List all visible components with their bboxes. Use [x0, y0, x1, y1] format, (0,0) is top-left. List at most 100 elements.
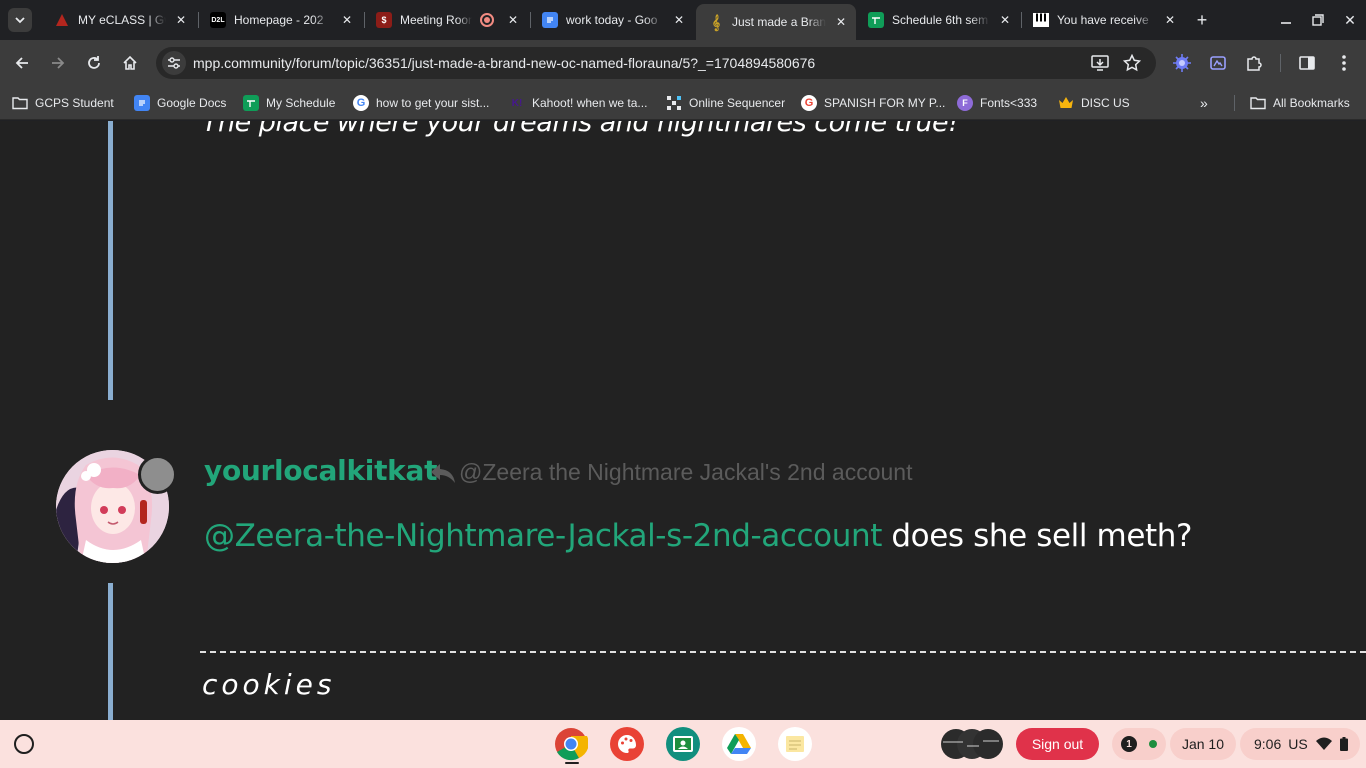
docs-icon — [134, 95, 150, 111]
install-app-icon[interactable] — [1090, 53, 1110, 73]
bookmark-online-sequencer[interactable]: Online Sequencer — [666, 92, 785, 114]
side-panel-button[interactable] — [1295, 51, 1319, 75]
keep-app[interactable] — [778, 727, 812, 761]
running-indicator — [565, 762, 579, 764]
bookmark-how-to-get[interactable]: G how to get your sist... — [353, 92, 489, 114]
bookmark-star-icon[interactable] — [1122, 53, 1142, 73]
classroom-icon — [673, 736, 693, 752]
launcher-button[interactable] — [14, 734, 34, 754]
post-tagline: The place where your dreams and nightmar… — [202, 121, 959, 138]
bookmark-label: SPANISH FOR MY P... — [824, 96, 946, 110]
reload-button[interactable] — [82, 51, 106, 75]
google-icon: G — [353, 95, 369, 111]
puzzle-icon — [1247, 56, 1262, 71]
post-author[interactable]: yourlocalkitkat — [204, 454, 437, 487]
all-bookmarks-button[interactable]: All Bookmarks — [1250, 92, 1350, 114]
folder-icon — [12, 95, 28, 111]
bookmark-label: Fonts<333 — [980, 96, 1038, 110]
restore-button[interactable] — [1308, 10, 1328, 30]
bookmark-kahoot[interactable]: K! Kahoot! when we ta... — [509, 92, 648, 114]
tab-eclass[interactable]: MY eCLASS | Gwi ✕ — [42, 6, 196, 34]
site-info-button[interactable] — [162, 51, 186, 75]
extension-button[interactable] — [1206, 51, 1230, 75]
kebab-menu-icon — [1342, 55, 1346, 71]
session-tray[interactable] — [939, 727, 1005, 761]
back-button[interactable] — [10, 51, 34, 75]
reply-to-link[interactable]: @Zeera the Nightmare Jackal's 2nd accoun… — [430, 459, 912, 486]
tab-you-have-received[interactable]: You have receive ✕ — [1021, 6, 1185, 34]
bookmark-disc-us[interactable]: DISC US — [1058, 92, 1130, 114]
bookmark-google-docs[interactable]: Google Docs — [134, 92, 226, 114]
page-content: The place where your dreams and nightmar… — [0, 121, 1366, 720]
extensions-button[interactable] — [1242, 51, 1266, 75]
user-mention-link[interactable]: @Zeera-the-Nightmare-Jackal-s-2nd-accoun… — [204, 518, 882, 554]
forward-button[interactable] — [46, 51, 70, 75]
close-icon[interactable]: ✕ — [338, 11, 356, 29]
google-icon: G — [801, 95, 817, 111]
tab-homepage[interactable]: D2L Homepage - 202 ✕ — [198, 6, 362, 34]
recording-icon — [480, 13, 494, 27]
menu-button[interactable] — [1332, 51, 1356, 75]
bookmark-label: how to get your sist... — [376, 96, 490, 110]
tab-title: You have receive — [1057, 13, 1149, 27]
extension-button[interactable] — [1170, 51, 1194, 75]
close-icon[interactable]: ✕ — [670, 11, 688, 29]
url-text[interactable]: mpp.community/forum/topic/36351/just-mad… — [193, 55, 815, 71]
sign-out-button[interactable]: Sign out — [1016, 728, 1099, 760]
classroom-app[interactable] — [666, 727, 700, 761]
bookmark-label: My Schedule — [266, 96, 336, 110]
close-icon[interactable]: ✕ — [832, 13, 850, 31]
side-panel-icon — [1299, 56, 1315, 70]
bookmark-label: DISC US — [1081, 96, 1130, 110]
close-icon[interactable]: ✕ — [504, 11, 522, 29]
chrome-app[interactable] — [554, 727, 588, 761]
post-signature: cookies — [202, 668, 336, 701]
more-bookmarks-button[interactable]: » — [1200, 92, 1208, 114]
music-note-icon: 𝄞 — [711, 13, 721, 30]
bookmark-my-schedule[interactable]: My Schedule — [243, 92, 335, 114]
bookmark-spanish[interactable]: G SPANISH FOR MY P... — [801, 92, 945, 114]
chrome-icon — [555, 728, 588, 761]
close-window-button[interactable]: ✕ — [1340, 10, 1360, 30]
date-button[interactable]: Jan 10 — [1170, 728, 1236, 760]
address-bar[interactable]: mpp.community/forum/topic/36351/just-mad… — [156, 47, 1156, 79]
drive-app[interactable] — [722, 727, 756, 761]
tab-meeting-room[interactable]: $ Meeting Room ✕ — [364, 6, 528, 34]
tab-work-today[interactable]: work today - Goo ✕ — [530, 6, 694, 34]
post-text: does she sell meth? — [881, 518, 1193, 554]
bookmark-fonts[interactable]: F Fonts<333 — [957, 92, 1037, 114]
new-tab-button[interactable]: + — [1192, 10, 1212, 30]
notification-tray[interactable]: 1 — [1112, 728, 1166, 760]
flower-extension-icon — [1173, 54, 1191, 72]
status-indicator — [138, 455, 177, 494]
reply-icon — [431, 463, 455, 483]
bookmark-gcps-student[interactable]: GCPS Student — [12, 92, 114, 114]
chevron-down-icon — [15, 17, 25, 24]
home-button[interactable] — [118, 51, 142, 75]
minimize-button[interactable] — [1276, 10, 1296, 30]
close-icon[interactable]: ✕ — [172, 11, 190, 29]
toolbar-divider — [1280, 54, 1281, 72]
reader-extension-icon — [1210, 56, 1226, 70]
minimize-icon — [1281, 22, 1291, 24]
bookmark-label: Google Docs — [157, 96, 227, 110]
double-chevron-right-icon: » — [1200, 95, 1208, 111]
system-tray[interactable]: 9:06 US — [1240, 728, 1360, 760]
tab-title: MY eCLASS | Gwi — [78, 13, 166, 27]
canvas-app[interactable] — [610, 727, 644, 761]
thread-line — [108, 583, 113, 720]
notification-count: 1 — [1121, 736, 1137, 752]
bookmark-label: Online Sequencer — [689, 96, 786, 110]
close-icon[interactable]: ✕ — [1161, 11, 1179, 29]
close-icon[interactable]: ✕ — [996, 11, 1014, 29]
reload-icon — [88, 56, 100, 69]
folder-icon — [1250, 95, 1266, 111]
tab-search-button[interactable] — [8, 8, 32, 32]
tab-just-made-a-brand[interactable]: 𝄞 Just made a Bran ✕ — [696, 4, 856, 40]
close-icon: ✕ — [1344, 11, 1356, 28]
reply-to-label: @Zeera the Nightmare Jackal's 2nd accoun… — [459, 459, 913, 485]
tab-schedule[interactable]: Schedule 6th sem ✕ — [856, 6, 1020, 34]
arrow-left-icon — [15, 57, 28, 69]
piano-icon — [1033, 12, 1049, 28]
bookmark-label: All Bookmarks — [1273, 96, 1350, 110]
